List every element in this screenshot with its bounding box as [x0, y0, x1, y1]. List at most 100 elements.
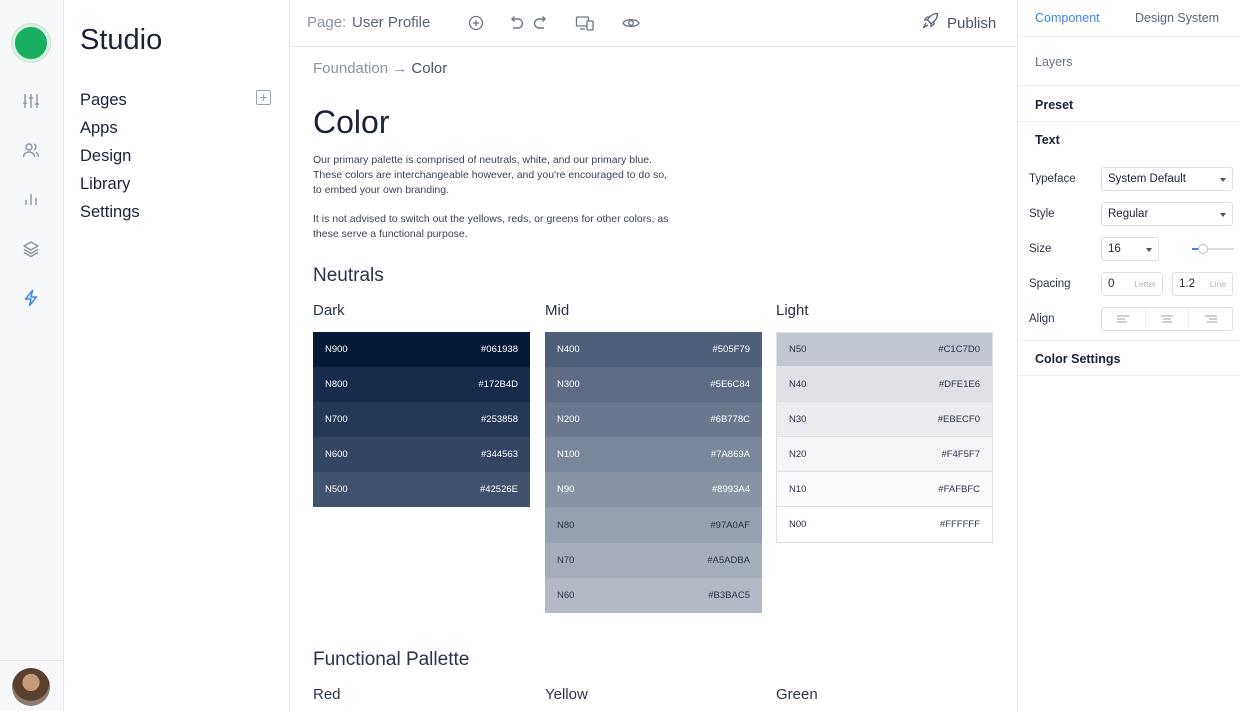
yellow-column-title: Yellow	[545, 686, 588, 703]
letter-spacing-input[interactable]: 0 Letter	[1101, 272, 1163, 296]
swatch-hex: #FFFFFF	[939, 519, 980, 531]
color-swatch[interactable]: N100 #7A869A	[545, 437, 762, 473]
publish-label: Publish	[947, 14, 997, 32]
size-slider[interactable]	[1192, 244, 1234, 254]
undo-icon[interactable]	[505, 12, 527, 34]
line-spacing-value: 1.2	[1179, 278, 1195, 290]
color-swatch[interactable]: N40 #DFE1E6	[776, 367, 993, 403]
chevron-down-icon	[1220, 178, 1226, 182]
app-logo[interactable]	[12, 24, 50, 62]
add-circle-icon[interactable]	[465, 12, 487, 34]
size-slider-handle[interactable]	[1197, 244, 1208, 254]
layers-label: Layers	[1035, 55, 1073, 69]
color-swatch[interactable]: N50 #C1C7D0	[776, 332, 993, 368]
panel-tabs: Component Design System	[1018, 0, 1240, 36]
color-swatch[interactable]: N300 #5E6C84	[545, 367, 762, 403]
typeface-select[interactable]: System Default	[1101, 167, 1233, 191]
color-swatch[interactable]: N800 #172B4D	[313, 367, 530, 403]
swatch-name: N30	[789, 413, 807, 425]
color-swatch[interactable]: N00 #FFFFFF	[776, 507, 993, 543]
nav-item-pages[interactable]: Pages	[80, 88, 140, 116]
add-page-icon[interactable]	[256, 90, 271, 105]
size-select[interactable]: 16	[1101, 237, 1159, 261]
layers-section[interactable]: Layers	[1018, 36, 1240, 86]
page-title: Color	[313, 104, 390, 140]
align-right-icon[interactable]	[1189, 308, 1232, 330]
swatch-name: N60	[557, 589, 575, 601]
nav-item-library[interactable]: Library	[80, 172, 140, 200]
align-left-icon[interactable]	[1102, 308, 1146, 330]
redo-icon[interactable]	[530, 12, 552, 34]
swatch-hex: #EBECF0	[937, 413, 980, 425]
breadcrumb-parent[interactable]: Foundation	[313, 60, 388, 77]
color-swatch[interactable]: N90 #8993A4	[545, 472, 762, 508]
swatch-name: N90	[557, 484, 575, 496]
size-label: Size	[1029, 243, 1052, 255]
page-name[interactable]: User Profile	[352, 14, 430, 31]
avatar[interactable]	[12, 668, 50, 706]
bar-chart-icon[interactable]	[20, 188, 42, 210]
swatch-name: N00	[789, 519, 807, 531]
color-swatch[interactable]: N600 #344563	[313, 437, 530, 473]
sliders-icon[interactable]	[20, 90, 42, 112]
swatch-name: N400	[557, 344, 580, 356]
color-settings-section[interactable]: Color Settings	[1018, 340, 1240, 376]
color-swatch[interactable]: N400 #505F79	[545, 332, 762, 368]
functional-palette-heading: Functional Pallette	[313, 649, 470, 670]
swatch-name: N80	[557, 519, 575, 531]
color-swatch[interactable]: N80 #97A0AF	[545, 507, 762, 543]
responsive-devices-icon[interactable]	[574, 12, 596, 34]
preset-label: Preset	[1035, 98, 1074, 112]
swatch-name: N500	[325, 484, 348, 496]
letter-spacing-value: 0	[1108, 278, 1115, 290]
style-select[interactable]: Regular	[1101, 202, 1233, 226]
swatch-hex: #97A0AF	[710, 519, 750, 531]
swatch-hex: #42526E	[479, 484, 518, 496]
color-swatch[interactable]: N60 #B3BAC5	[545, 577, 762, 613]
swatch-name: N300	[557, 379, 580, 391]
layers-icon[interactable]	[20, 238, 42, 260]
swatch-hex: #C1C7D0	[938, 344, 980, 356]
swatch-hex: #253858	[481, 414, 518, 426]
dark-swatch-list: N900 #061938 N800 #172B4D N700 #253858 N600 #34…	[313, 332, 530, 508]
color-swatch[interactable]: N700 #253858	[313, 402, 530, 438]
text-section[interactable]: Text	[1018, 122, 1240, 158]
app-title: Studio	[80, 24, 163, 56]
preview-eye-icon[interactable]	[620, 12, 642, 34]
text-align-group	[1101, 307, 1233, 331]
preset-section[interactable]: Preset	[1018, 86, 1240, 122]
tab-component[interactable]: Component	[1035, 11, 1100, 25]
swatch-name: N40	[789, 378, 807, 390]
nav-list: Pages Apps Design Library Settings	[80, 88, 140, 228]
mid-swatch-list: N400 #505F79 N300 #5E6C84 N200 #6B778C N100 #7A…	[545, 332, 762, 613]
line-spacing-input[interactable]: 1.2 Line	[1172, 272, 1233, 296]
mid-column-title: Mid	[545, 302, 570, 319]
color-swatch[interactable]: N200 #6B778C	[545, 402, 762, 438]
nav-item-design[interactable]: Design	[80, 144, 140, 172]
publish-button[interactable]: Publish	[922, 10, 996, 36]
color-swatch[interactable]: N70 #A5ADBA	[545, 542, 762, 578]
swatch-hex: #F4F5F7	[941, 448, 980, 460]
nav-item-apps[interactable]: Apps	[80, 116, 140, 144]
nav-item-settings[interactable]: Settings	[80, 200, 140, 228]
typeface-label: Typeface	[1029, 173, 1076, 185]
neutrals-heading: Neutrals	[313, 265, 384, 286]
color-swatch[interactable]: N500 #42526E	[313, 472, 530, 508]
style-value: Regular	[1108, 208, 1149, 220]
rail-divider	[0, 660, 64, 661]
swatch-name: N10	[789, 483, 807, 495]
color-swatch[interactable]: N900 #061938	[313, 332, 530, 368]
color-swatch[interactable]: N30 #EBECF0	[776, 402, 993, 438]
breadcrumb-separator: →	[392, 60, 408, 77]
swatch-name: N800	[325, 379, 348, 391]
color-swatch[interactable]: N20 #F4F5F7	[776, 437, 993, 473]
tab-design-system[interactable]: Design System	[1135, 11, 1219, 25]
top-bar: Page: User Profile Publish	[290, 0, 1017, 47]
align-center-icon[interactable]	[1146, 308, 1190, 330]
swatch-hex: #505F79	[712, 344, 750, 356]
light-swatch-list: N50 #C1C7D0 N40 #DFE1E6 N30 #EBECF0 N20 #F4F5F7…	[776, 332, 993, 543]
color-swatch[interactable]: N10 #FAFBFC	[776, 472, 993, 508]
lightning-icon[interactable]	[20, 287, 42, 309]
users-icon[interactable]	[20, 139, 42, 161]
breadcrumb: Foundation → Color	[313, 60, 447, 77]
